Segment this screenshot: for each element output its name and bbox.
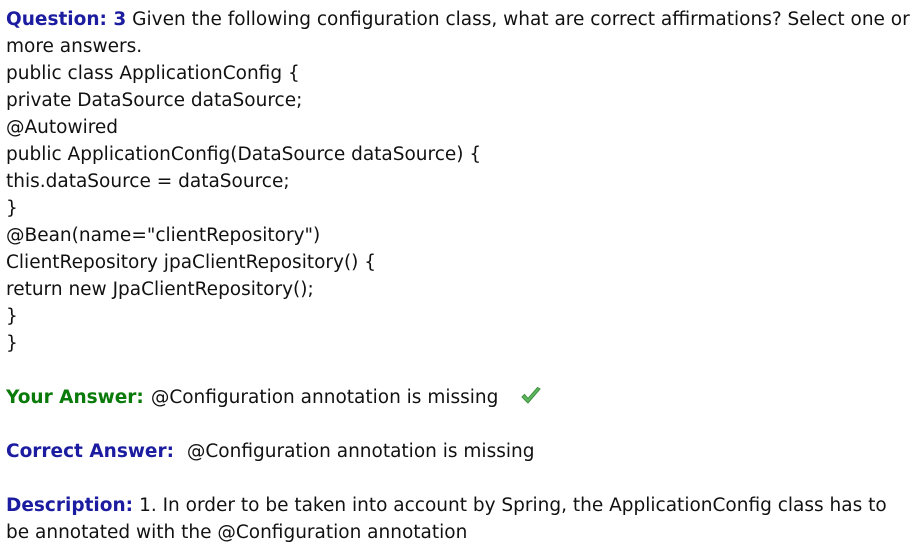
- your-answer-label: Your Answer:: [6, 387, 144, 408]
- code-line: }: [6, 198, 18, 219]
- code-line: return new JpaClientRepository();: [6, 279, 314, 300]
- description-label: Description:: [6, 495, 134, 516]
- code-line: @Bean(name="clientRepository"): [6, 225, 321, 246]
- question-label: Question: 3: [6, 9, 127, 30]
- code-line: public class ApplicationConfig {: [6, 63, 300, 84]
- question-number: 3: [113, 9, 127, 30]
- code-line: this.dataSource = dataSource;: [6, 171, 290, 192]
- code-snippet: public class ApplicationConfig { private…: [6, 60, 911, 357]
- quiz-result-page: Question: 3 Given the following configur…: [0, 0, 917, 555]
- code-line: }: [6, 306, 18, 327]
- question-paragraph: Question: 3 Given the following configur…: [6, 6, 911, 60]
- your-answer-text: @Configuration annotation is missing: [150, 387, 499, 408]
- correct-answer-row: Correct Answer: @Configuration annotatio…: [6, 438, 911, 465]
- correct-answer-label: Correct Answer:: [6, 441, 174, 462]
- question-text: Given the following configuration class,…: [6, 9, 910, 57]
- code-line: @Autowired: [6, 117, 119, 138]
- code-line: private DataSource dataSource;: [6, 90, 303, 111]
- code-line: }: [6, 333, 18, 354]
- checkmark-icon: [520, 385, 542, 407]
- description-paragraph: Description: 1. In order to be taken into…: [6, 492, 911, 546]
- description-text: 1. In order to be taken into account by …: [6, 495, 887, 543]
- code-line: public ApplicationConfig(DataSource data…: [6, 144, 482, 165]
- code-line: ClientRepository jpaClientRepository() {: [6, 252, 377, 273]
- your-answer-row: Your Answer: @Configuration annotation i…: [6, 384, 911, 411]
- correct-answer-text: @Configuration annotation is missing: [186, 441, 535, 462]
